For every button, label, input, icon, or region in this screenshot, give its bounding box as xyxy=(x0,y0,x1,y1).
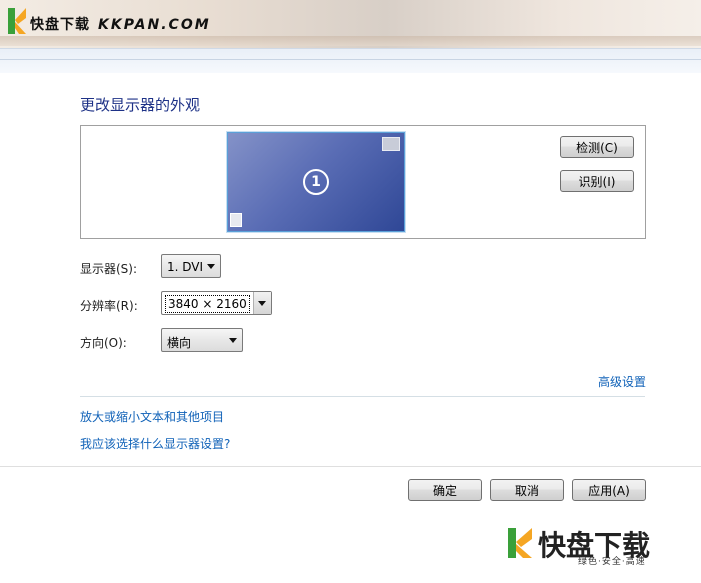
mini-window-icon xyxy=(382,137,400,151)
top-banner: 快盘下载 KKPAN.COM xyxy=(0,0,701,48)
brand-watermark: 快盘下载 绿色·安全·高速 xyxy=(506,524,676,570)
chevron-down-icon xyxy=(207,264,215,269)
display-label: 显示器(S): xyxy=(80,262,138,276)
chevron-down-icon xyxy=(258,301,266,306)
resolution-select[interactable]: 3840 × 2160 xyxy=(161,291,272,315)
display-select-value: 1. DVI xyxy=(167,260,204,274)
band-divider xyxy=(0,59,701,60)
orientation-label: 方向(O): xyxy=(80,336,127,350)
page-title: 更改显示器的外观 xyxy=(80,96,201,114)
address-bar-band xyxy=(0,48,701,73)
resolution-label: 分辨率(R): xyxy=(80,299,138,313)
kkpan-logo-icon xyxy=(8,8,26,34)
detect-button[interactable]: 检测(C) xyxy=(560,136,634,158)
text-size-link[interactable]: 放大或缩小文本和其他项目 xyxy=(80,408,224,425)
identify-button[interactable]: 识别(I) xyxy=(560,170,634,192)
watermark-en: KKPAN.COM xyxy=(98,17,211,33)
ok-button[interactable]: 确定 xyxy=(408,479,482,501)
monitor-1-tile[interactable]: 1 xyxy=(226,131,406,233)
orientation-select-value: 横向 xyxy=(167,336,192,350)
which-settings-link[interactable]: 我应该选择什么显示器设置? xyxy=(80,435,230,452)
apply-button[interactable]: 应用(A) xyxy=(572,479,646,501)
brand-logo-icon xyxy=(508,528,532,558)
orientation-select[interactable]: 横向 xyxy=(161,328,243,352)
watermark-text: 快盘下载 KKPAN.COM xyxy=(30,14,211,34)
resolution-select-value: 3840 × 2160 xyxy=(165,295,250,313)
watermark-cn: 快盘下载 xyxy=(30,17,90,33)
footer-divider xyxy=(0,466,701,467)
chevron-down-icon xyxy=(229,338,237,343)
brand-slogan: 绿色·安全·高速 xyxy=(578,557,646,567)
display-preview-panel: 1 检测(C) 识别(I) xyxy=(80,125,646,239)
monitor-number: 1 xyxy=(303,169,329,195)
mini-taskbar-icon xyxy=(230,213,242,227)
display-select[interactable]: 1. DVI xyxy=(161,254,221,278)
banner-stripe xyxy=(0,36,701,46)
advanced-settings-link[interactable]: 高级设置 xyxy=(598,373,646,390)
cancel-button[interactable]: 取消 xyxy=(490,479,564,501)
section-divider xyxy=(80,396,645,397)
